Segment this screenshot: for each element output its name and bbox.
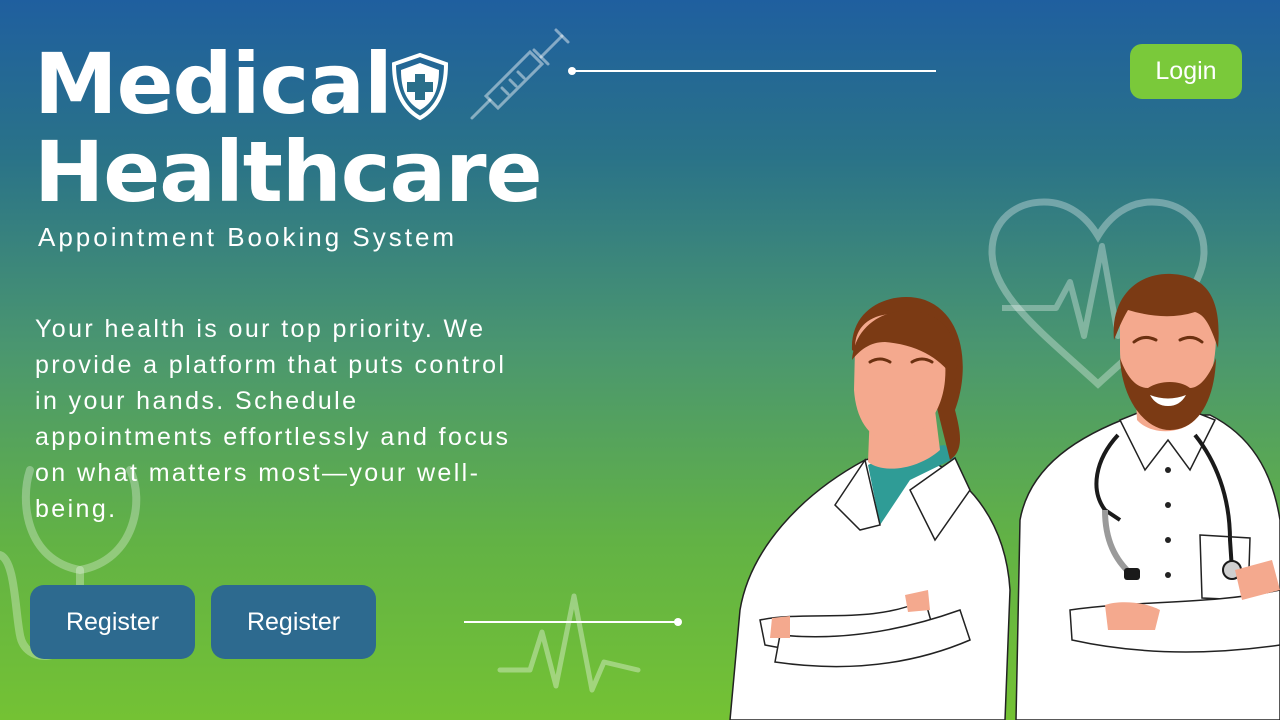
pulse-line-icon bbox=[497, 593, 641, 693]
shield-cross-icon bbox=[391, 52, 449, 121]
register-button[interactable]: Register bbox=[30, 585, 195, 659]
description-text: Your health is our top priority. We prov… bbox=[35, 315, 511, 523]
syringe-icon bbox=[470, 28, 570, 120]
login-button[interactable]: Login bbox=[1130, 44, 1242, 99]
female-doctor-illustration bbox=[729, 297, 1011, 720]
line-endpoint-dot bbox=[674, 618, 682, 626]
header-divider-line bbox=[572, 70, 936, 72]
title-medical: Medical bbox=[34, 35, 393, 133]
page-subtitle: Appointment Booking System bbox=[38, 222, 458, 252]
male-doctor-illustration bbox=[1015, 273, 1280, 720]
title-healthcare: Healthcare bbox=[34, 123, 543, 221]
register-button-secondary[interactable]: Register bbox=[211, 585, 376, 659]
